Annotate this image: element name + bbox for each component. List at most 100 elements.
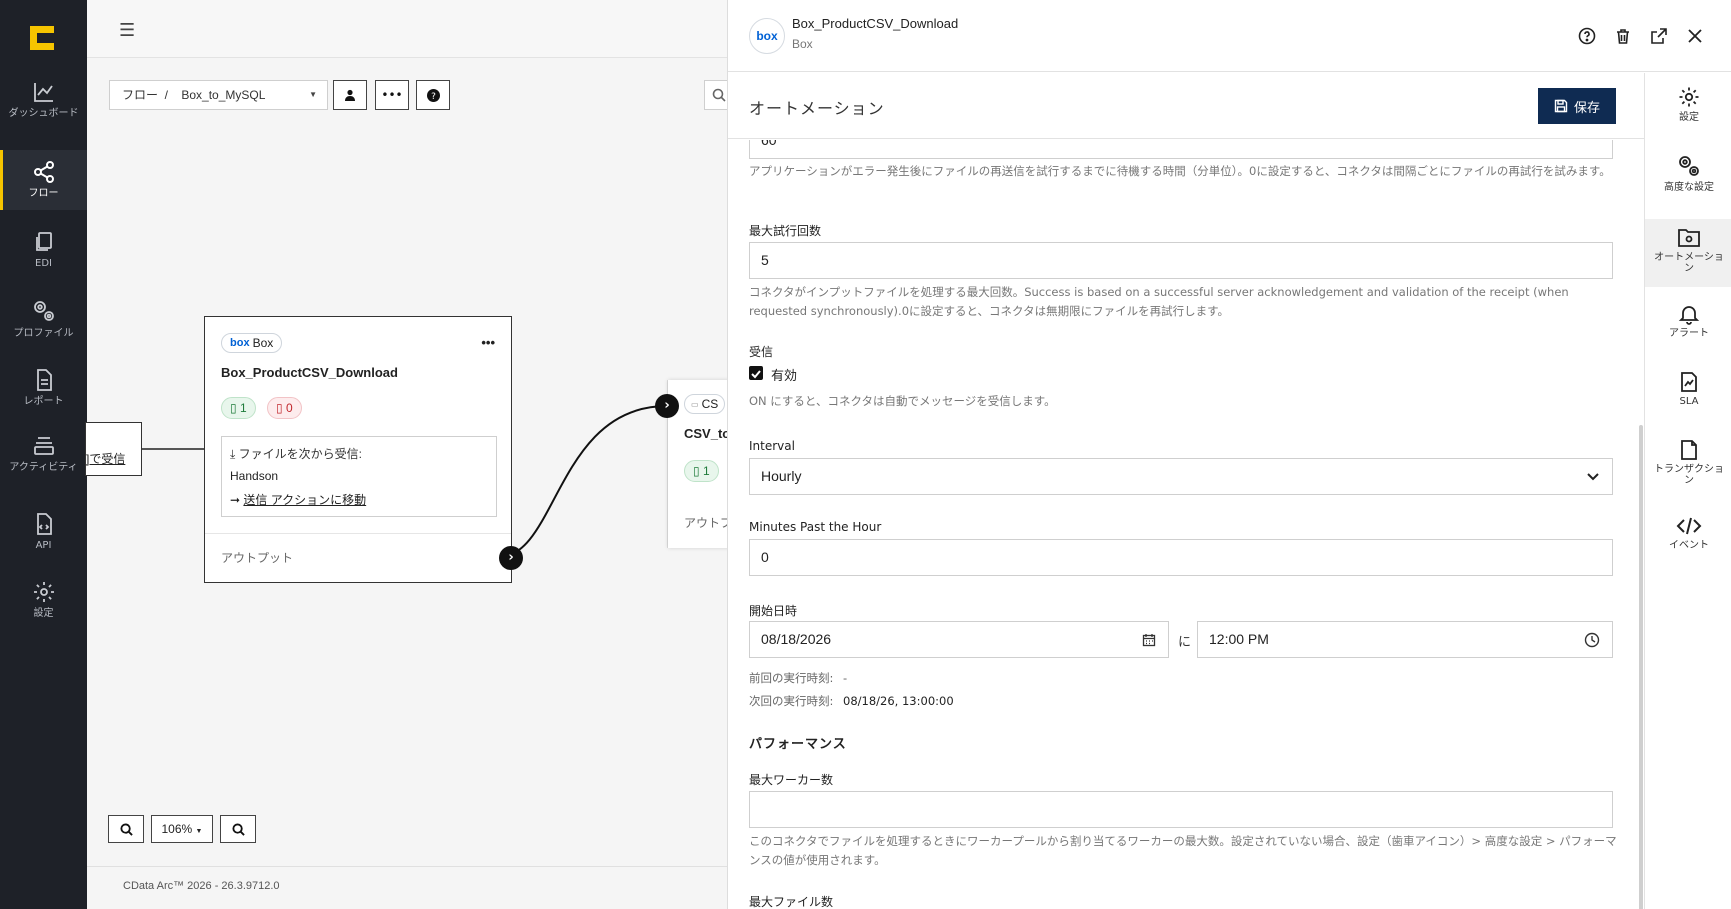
save-disk-icon [1554,99,1568,113]
move-to-send-action-link[interactable]: 送信 アクションに移動 [243,493,366,507]
success-count-badge[interactable]: ▯ 1 [684,460,719,482]
last-run-label: 前回の実行時刻: [749,671,834,685]
start-time-input[interactable]: 12:00 PM [1197,621,1613,658]
api-file-icon [36,513,52,535]
start-date-value: 08/18/2026 [761,631,832,647]
start-datetime-label: 開始日時 [749,604,798,618]
node-title: Box_ProductCSV_Download [221,365,398,380]
rail-label: オートメーション [1654,252,1724,274]
zoom-level: 106% [161,822,193,836]
receive-help: ON にすると、コネクタは自動でメッセージを受信します。 [749,394,1056,408]
error-count-badge[interactable]: ▯ 0 [267,397,302,419]
inbound-node[interactable]: ]で受信 [85,422,142,476]
retry-interval-input[interactable]: 60 [749,140,1613,159]
cdata-logo-icon[interactable] [28,24,56,52]
start-time-value: 12:00 PM [1209,631,1269,647]
sla-file-icon [1681,372,1697,392]
performance-heading: パフォーマンス [749,737,847,752]
gear-icon [33,582,54,602]
chip-label: Box [252,336,274,350]
connector-type: Box [792,37,813,51]
csv-file-icon: ▭ [691,399,699,409]
node-menu-icon[interactable]: ••• [481,335,495,350]
success-count-badge[interactable]: ▯ 1 [221,397,256,419]
csv-input-connector[interactable]: › [655,394,679,418]
nav-profile[interactable]: プロファイル [0,298,87,360]
close-icon[interactable] [1685,26,1705,46]
nav-settings[interactable]: 設定 [0,580,87,642]
interval-select[interactable]: Hourly [749,458,1613,495]
inbound-node-link[interactable]: ]で受信 [86,450,125,467]
nav-flow[interactable]: フロー [0,150,87,210]
rail-automation[interactable]: オートメーション [1645,219,1731,287]
nav-api[interactable]: API [0,512,87,574]
node-title: CSV_to [684,426,731,441]
retry-interval-help: アプリケーションがエラー発生後にファイルの再送信を試行するまでに待機する時間（分… [749,164,1611,178]
rail-alerts[interactable]: アラート [1645,291,1731,359]
nav-report[interactable]: レポート [0,368,87,430]
nav-label: アクティビティ [9,462,78,473]
caret-down-icon: ▼ [195,828,203,835]
last-run-value: - [843,671,848,685]
gear-icon [1679,87,1699,107]
file-check-icon: ▯ [693,464,700,478]
gears-icon [33,301,54,321]
minutes-past-hour-label: Minutes Past the Hour [749,520,882,534]
success-count: 1 [239,401,247,415]
box-connector-node[interactable]: box Box ••• Box_ProductCSV_Download ▯ 1 … [204,316,512,583]
zoom-level-select[interactable]: 106% ▼ [151,815,213,843]
clock-icon[interactable] [1584,632,1600,648]
receive-enabled-checkbox[interactable] [749,366,763,380]
rail-label: SLA [1679,396,1699,407]
max-attempts-help: コネクタがインプットファイルを処理する最大回数。Success is based… [749,285,1569,318]
chip-label: CS [701,397,719,411]
section-title: オートメーション [749,99,885,118]
rail-sla[interactable]: SLA [1645,359,1731,427]
nav-dashboard[interactable]: ダッシュボード [0,80,87,142]
minutes-past-hour-input[interactable]: 0 [749,539,1613,576]
nav-label: レポート [23,396,64,407]
help-circle-icon[interactable] [1577,26,1597,46]
share-nodes-icon [33,161,54,183]
folder-gear-icon [1678,229,1700,247]
nav-label: フロー [28,188,59,199]
document-icon [36,369,52,391]
code-icon [1676,517,1702,535]
nav-label: API [35,540,52,551]
next-run-label: 次回の実行時刻: [749,694,834,708]
calendar-icon[interactable] [1142,633,1156,647]
rail-label: トランザクション [1654,464,1724,486]
chart-line-icon [33,83,53,102]
nav-activity[interactable]: アクティビティ [0,434,87,496]
rail-transactions[interactable]: トランザクション [1645,427,1731,495]
zoom-in-button[interactable] [108,815,144,843]
rail-advanced[interactable]: 高度な設定 [1645,141,1731,209]
flow-canvas[interactable]: ☰ フロー / Box_to_MySQL ▼ ••• ? ]で受信 box Bo… [85,0,738,909]
file-check-icon: ▯ [230,401,237,415]
max-workers-input[interactable] [749,791,1613,828]
nav-edi[interactable]: EDI [0,230,87,292]
next-run-value: 08/18/26, 13:00:00 [843,694,954,708]
max-attempts-input[interactable]: 5 [749,242,1613,279]
form-scrollbar[interactable] [1639,425,1643,909]
rail-label: 設定 [1679,112,1699,123]
arrow-right-icon: ➞ [230,493,241,507]
automation-form: 60 アプリケーションがエラー発生後にファイルの再送信を試行するまでに待機する時… [728,140,1644,909]
trash-icon[interactable] [1613,26,1633,46]
rail-events[interactable]: イベント [1645,503,1731,571]
left-nav: ダッシュボード フロー EDI プロファイル レポート アクティビティ API … [0,0,87,909]
file-icon [1681,440,1697,460]
external-link-icon[interactable] [1649,26,1669,46]
box-output-connector[interactable]: › [499,546,523,570]
zoom-out-button[interactable] [220,815,256,843]
output-label: アウトプット [221,551,294,565]
rail-settings[interactable]: 設定 [1645,73,1731,141]
download-icon: ⤓ [230,447,236,461]
receive-label: ファイルを次から受信: [238,447,362,461]
chevron-down-icon [1587,473,1599,481]
nav-label: ダッシュボード [8,108,79,119]
section-header: オートメーション 保存 [728,73,1644,139]
save-button[interactable]: 保存 [1538,88,1616,124]
start-date-input[interactable]: 08/18/2026 [749,621,1169,658]
receive-info-box: ⤓ ファイルを次から受信: Handson ➞ 送信 アクションに移動 [221,436,497,517]
